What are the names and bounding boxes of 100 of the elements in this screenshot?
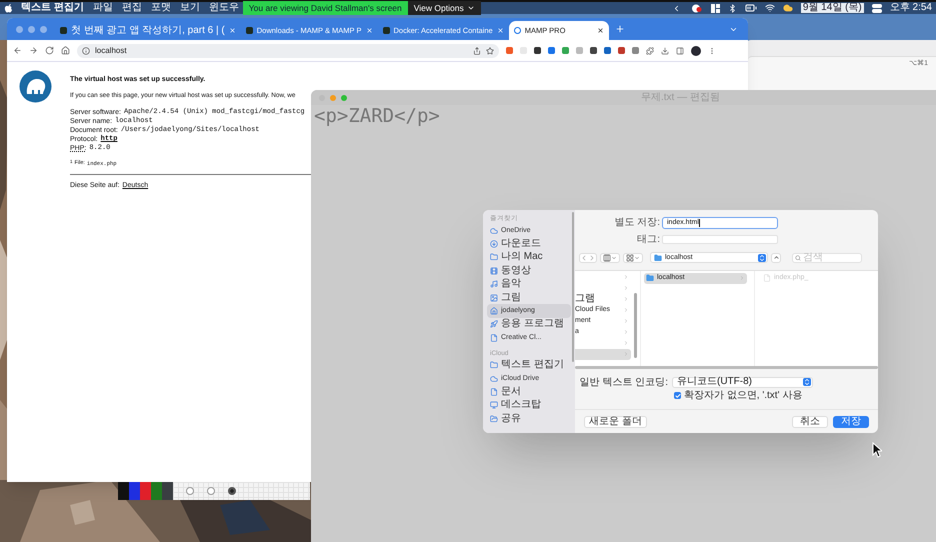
folder-row[interactable]: 그램 [575,294,631,305]
sidebar-item[interactable]: 텍스트 편집기 [487,358,571,372]
sidebar-label: 동영상 [501,266,531,276]
caret-icon [611,254,617,261]
search-icon [795,254,801,261]
menu-item[interactable]: 편집 [122,3,142,13]
browser-tab[interactable]: 첫 번째 광고 앱 작성하기, part 6 | ( [55,21,241,40]
apple-logo-icon[interactable] [4,3,13,13]
menu-item[interactable]: 포맷 [150,3,171,13]
size-option[interactable] [228,487,236,495]
share-banner: You are viewing David Stallman's screen [242,1,408,15]
download-icon [490,240,498,248]
pen-swatch[interactable] [151,482,162,500]
search-placeholder: 검색 [803,252,823,263]
tab-favicon-icon [514,27,521,34]
close-icon[interactable] [596,27,604,34]
extensions-icon[interactable] [646,46,654,54]
apps-icon [490,320,498,328]
encoding-label: 일반 텍스트 인코딩: [578,376,669,390]
cloud-icon [490,374,498,383]
logo-icon [19,70,52,103]
sidebar-item[interactable]: 동영상 [487,264,571,278]
menu-item[interactable]: 파일 [92,3,113,13]
sidebar-item[interactable]: 문서 [487,385,571,399]
sidebar-label: 응용 프로그램 [501,319,564,330]
up-button[interactable] [771,252,781,263]
forward-icon[interactable] [29,46,38,55]
stepper-icon [758,254,766,262]
sidebar-item[interactable]: 응용 프로그램 [487,318,571,332]
pen-swatch[interactable] [162,482,173,500]
control-center-icon[interactable] [872,4,882,12]
sidebar-item[interactable]: 음악 [487,278,571,291]
wifi-icon[interactable] [764,3,775,13]
save-button[interactable]: 저장 [833,416,869,428]
chevron-icon [739,275,745,282]
pen-swatch[interactable] [129,482,140,500]
cloud-icon[interactable] [782,3,793,13]
sidebar-item[interactable]: 그림 [487,290,571,304]
group-button[interactable] [623,252,643,263]
info-icon [82,46,90,54]
avatar-icon[interactable] [691,46,701,56]
bookmark-icon[interactable] [486,46,494,54]
address-bar[interactable]: localhost [77,44,499,58]
battery-icon[interactable] [744,2,757,14]
extension-checkbox[interactable] [674,392,681,400]
save-as-label: 별도 저장: [613,216,661,230]
scrollbar-thumb[interactable] [572,212,574,362]
sidebar-item[interactable]: 다운로드 [487,237,571,251]
pen-swatch[interactable] [140,482,151,500]
document-text: <p>ZARD</p> [313,105,441,127]
scrollbar-thumb[interactable] [634,292,637,358]
app-menu[interactable]: 텍스트 편집기 [21,3,84,13]
menu-date[interactable]: 9월 14일 (목) [800,3,864,13]
pen-swatch[interactable] [118,482,129,500]
extension-label: 확장자가 없으면, '.txt' 사용 [684,390,802,401]
image-icon [490,294,498,302]
grid-icon[interactable] [710,4,720,12]
tags-field[interactable] [662,235,778,244]
bluetooth-icon[interactable] [728,4,737,12]
share-icon[interactable] [473,46,481,54]
menu-item[interactable]: 윈도우 [208,3,239,13]
cloud-icon [490,226,498,235]
sidebar-label: 문서 [501,386,521,397]
stepper-icon [803,378,811,386]
encoding-select[interactable]: 유니코드(UTF-8) [672,376,813,388]
download-icon[interactable] [661,46,669,54]
horizontal-scrollbar[interactable] [575,366,878,370]
cursor-icon [872,442,882,458]
check-icon [674,392,680,399]
cancel-button[interactable]: 취소 [792,416,828,428]
side-panel-icon[interactable] [676,46,684,54]
sidebar-label: 음악 [501,279,521,290]
reload-icon[interactable] [45,46,54,55]
tab-favicon-icon [382,27,390,34]
sidebar-label: 나의 Mac [501,252,543,262]
view-mode-button[interactable] [600,252,620,263]
tab-favicon-icon [60,27,67,34]
view-options-button[interactable]: View Options [408,1,481,15]
sidebar-item[interactable]: 나의 Mac [487,250,571,264]
document-icon [490,388,498,396]
home-icon [490,307,498,316]
music-icon [490,280,498,288]
sidebar-item[interactable]: 공유 [487,412,571,426]
caret-icon [634,254,640,261]
folder-icon [490,361,498,370]
home-icon[interactable] [61,46,70,55]
new-tab-icon[interactable] [614,24,625,34]
up-icon [772,254,780,262]
folder-name: 그램 [575,294,595,304]
monitor-icon [490,401,498,410]
menu-item[interactable]: 보기 [180,3,200,13]
new-folder-button[interactable]: 새로운 폴더 [584,416,647,428]
menu-clock[interactable]: 오후 2:54 [890,3,932,13]
tags-label: 태그: [636,233,661,248]
sidebar-label: 데스크탑 [501,400,541,410]
sidebar-item[interactable]: 데스크탑 [487,398,571,412]
folder-icon [646,274,654,282]
back-icon[interactable] [13,46,22,55]
film-icon [490,266,498,275]
sidebar-label: 공유 [501,414,521,424]
